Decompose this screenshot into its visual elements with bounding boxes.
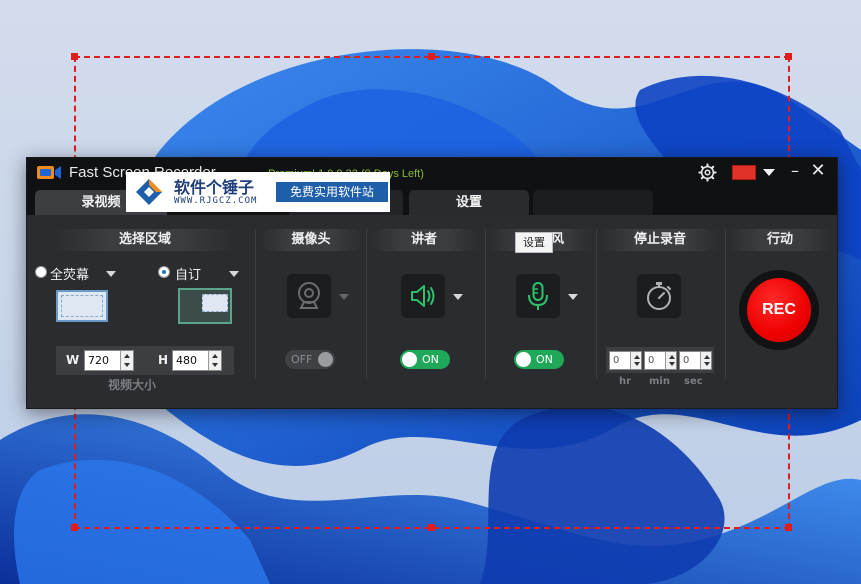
webcam-button[interactable]	[287, 274, 331, 318]
settings-tooltip: 设置	[515, 232, 553, 253]
frame-handle-top-right[interactable]	[785, 53, 792, 60]
frame-handle-bottom-middle[interactable]	[428, 524, 435, 531]
stopwatch-icon	[647, 282, 671, 310]
language-dropdown-caret[interactable]	[763, 169, 775, 176]
width-label: W	[66, 353, 80, 367]
webcam-toggle[interactable]: OFF	[285, 350, 335, 369]
speaker-icon	[411, 285, 435, 307]
china-flag-icon[interactable]	[732, 165, 756, 180]
webcam-section-header: 摄像头	[259, 229, 363, 251]
custom-label: 自订	[175, 268, 202, 283]
watermark-slogan: 免费实用软件站	[276, 182, 388, 202]
minutes-input[interactable]: 0	[644, 351, 677, 370]
custom-dropdown-caret[interactable]	[229, 271, 239, 277]
speaker-dropdown-caret[interactable]	[453, 294, 463, 300]
area-section-header: 选择区域	[56, 229, 234, 251]
video-size-label: 视频大小	[108, 378, 157, 392]
custom-radio[interactable]	[158, 266, 170, 278]
speaker-section-header: 讲者	[370, 229, 478, 251]
section-divider	[725, 229, 726, 379]
fullscreen-region-thumbnail[interactable]	[56, 290, 108, 322]
height-input[interactable]: 480	[172, 350, 222, 371]
gear-icon[interactable]	[698, 163, 717, 182]
width-value: 720	[88, 354, 109, 367]
tab-empty[interactable]	[533, 190, 653, 215]
video-size-box: W 720 H 480	[56, 346, 234, 375]
watermark-logo-icon	[136, 179, 162, 205]
microphone-toggle[interactable]: ON	[514, 350, 564, 369]
hours-label: hr	[619, 376, 632, 387]
minutes-label: min	[649, 376, 670, 387]
stopwatch-button[interactable]	[637, 274, 681, 318]
toggle-knob	[318, 352, 333, 367]
section-divider	[485, 229, 486, 379]
hours-stepper[interactable]	[630, 352, 641, 369]
close-button[interactable]: ✕	[809, 162, 827, 180]
watermark-name: 软件个锤子	[174, 178, 255, 197]
section-divider	[596, 229, 597, 379]
height-stepper[interactable]	[208, 351, 221, 370]
hours-value: 0	[613, 355, 620, 366]
frame-handle-bottom-left[interactable]	[71, 524, 78, 531]
width-input[interactable]: 720	[84, 350, 134, 371]
site-watermark: 软件个锤子 WWW.RJGCZ.COM 免费实用软件站	[126, 172, 390, 212]
rec-button[interactable]: REC	[747, 278, 811, 342]
frame-handle-top-left[interactable]	[71, 53, 78, 60]
hours-input[interactable]: 0	[609, 351, 642, 370]
app-logo-icon	[37, 166, 61, 179]
seconds-label: sec	[684, 376, 703, 387]
stop-recording-section-header: 停止录音	[600, 229, 720, 251]
webcam-dropdown-caret[interactable]	[339, 294, 349, 300]
fullscreen-radio[interactable]	[35, 266, 47, 278]
speaker-button[interactable]	[401, 274, 445, 318]
custom-region-thumbnail[interactable]	[178, 288, 232, 324]
tab-settings[interactable]: 设置	[409, 190, 529, 215]
speaker-toggle[interactable]: ON	[400, 350, 450, 369]
fullscreen-dropdown-caret[interactable]	[106, 271, 116, 277]
seconds-input[interactable]: 0	[679, 351, 712, 370]
seconds-value: 0	[683, 355, 690, 366]
toggle-knob	[402, 352, 417, 367]
frame-handle-bottom-right[interactable]	[785, 524, 792, 531]
section-divider	[255, 229, 256, 379]
microphone-toggle-text: ON	[536, 353, 553, 366]
minimize-button[interactable]: –	[787, 163, 803, 181]
stop-timer-box: 0 0 0	[606, 347, 714, 373]
fullscreen-label: 全荧幕	[50, 268, 90, 283]
action-section-header: 行动	[729, 229, 831, 251]
microphone-dropdown-caret[interactable]	[568, 294, 578, 300]
microphone-icon	[528, 282, 548, 310]
height-value: 480	[176, 354, 197, 367]
seconds-stepper[interactable]	[700, 352, 711, 369]
minutes-value: 0	[648, 355, 655, 366]
width-stepper[interactable]	[120, 351, 133, 370]
webcam-icon	[298, 282, 320, 309]
frame-handle-top-middle[interactable]	[428, 53, 435, 60]
section-divider	[366, 229, 367, 379]
watermark-url: WWW.RJGCZ.COM	[174, 196, 258, 206]
toggle-knob	[516, 352, 531, 367]
webcam-toggle-text: OFF	[291, 353, 313, 366]
minutes-stepper[interactable]	[665, 352, 676, 369]
speaker-toggle-text: ON	[422, 353, 439, 366]
microphone-button[interactable]	[516, 274, 560, 318]
height-label: H	[158, 353, 169, 367]
